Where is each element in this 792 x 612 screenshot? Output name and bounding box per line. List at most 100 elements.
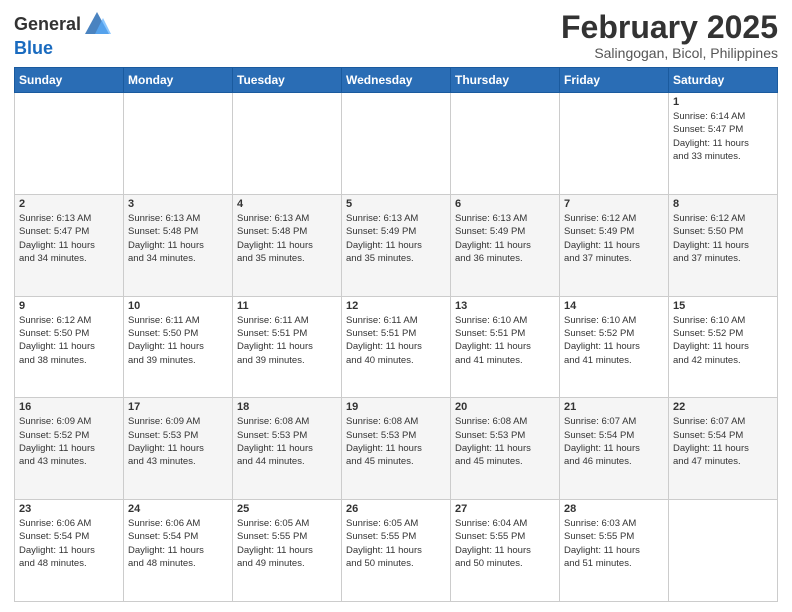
calendar-week-row: 1 Sunrise: 6:14 AM Sunset: 5:47 PM Daylig…	[15, 93, 778, 195]
day-number: 22	[673, 401, 773, 413]
day-number: 11	[237, 300, 337, 312]
header: General Blue February 2025 Salingogan, B…	[14, 10, 778, 61]
table-row: 1 Sunrise: 6:14 AM Sunset: 5:47 PM Daylig…	[669, 93, 778, 195]
table-row: 2 Sunrise: 6:13 AM Sunset: 5:47 PM Daylig…	[15, 194, 124, 296]
day-number: 18	[237, 401, 337, 413]
table-row	[669, 500, 778, 602]
logo: General Blue	[14, 10, 111, 59]
table-row	[124, 93, 233, 195]
table-row: 15Sunrise: 6:10 AM Sunset: 5:52 PM Dayli…	[669, 296, 778, 398]
day-number: 28	[564, 503, 664, 515]
cell-info: Sunrise: 6:09 AM Sunset: 5:52 PM Dayligh…	[19, 415, 119, 468]
day-number: 25	[237, 503, 337, 515]
day-number: 14	[564, 300, 664, 312]
day-number: 4	[237, 198, 337, 210]
table-row: 25 Sunrise: 6:05 AM Sunset: 5:55 PM Dayli…	[233, 500, 342, 602]
cell-info: Sunrise: 6:06 AM Sunset: 5:54 PM Dayligh…	[19, 517, 119, 570]
calendar-week-row: 2 Sunrise: 6:13 AM Sunset: 5:47 PM Daylig…	[15, 194, 778, 296]
cell-info: Sunrise: 6:08 AM Sunset: 5:53 PM Dayligh…	[455, 415, 555, 468]
logo-icon	[83, 10, 111, 38]
cell-info: Sunrise: 6:08 AM Sunset: 5:53 PM Dayligh…	[346, 415, 446, 468]
table-row: 6 Sunrise: 6:13 AM Sunset: 5:49 PM Daylig…	[451, 194, 560, 296]
day-number: 16	[19, 401, 119, 413]
cell-info: Sunrise: 6:07 AM Sunset: 5:54 PM Dayligh…	[673, 415, 773, 468]
table-row: 7 Sunrise: 6:12 AM Sunset: 5:49 PM Daylig…	[560, 194, 669, 296]
cell-info: Sunrise: 6:04 AM Sunset: 5:55 PM Dayligh…	[455, 517, 555, 570]
table-row: 13Sunrise: 6:10 AM Sunset: 5:51 PM Dayli…	[451, 296, 560, 398]
day-number: 24	[128, 503, 228, 515]
table-row: 4 Sunrise: 6:13 AM Sunset: 5:48 PM Daylig…	[233, 194, 342, 296]
day-number: 23	[19, 503, 119, 515]
cell-info: Sunrise: 6:14 AM Sunset: 5:47 PM Dayligh…	[673, 110, 773, 163]
table-row: 26Sunrise: 6:05 AM Sunset: 5:55 PM Dayli…	[342, 500, 451, 602]
table-row	[15, 93, 124, 195]
table-row: 8 Sunrise: 6:12 AM Sunset: 5:50 PM Daylig…	[669, 194, 778, 296]
cell-info: Sunrise: 6:07 AM Sunset: 5:54 PM Dayligh…	[564, 415, 664, 468]
table-row: 3 Sunrise: 6:13 AM Sunset: 5:48 PM Daylig…	[124, 194, 233, 296]
header-friday: Friday	[560, 68, 669, 93]
day-number: 1	[673, 96, 773, 108]
day-number: 15	[673, 300, 773, 312]
day-number: 7	[564, 198, 664, 210]
day-number: 13	[455, 300, 555, 312]
table-row: 17 Sunrise: 6:09 AM Sunset: 5:53 PM Dayli…	[124, 398, 233, 500]
cell-info: Sunrise: 6:11 AM Sunset: 5:51 PM Dayligh…	[237, 314, 337, 367]
cell-info: Sunrise: 6:13 AM Sunset: 5:49 PM Dayligh…	[346, 212, 446, 265]
cell-info: Sunrise: 6:05 AM Sunset: 5:55 PM Dayligh…	[237, 517, 337, 570]
table-row: 9Sunrise: 6:12 AM Sunset: 5:50 PM Daylig…	[15, 296, 124, 398]
day-number: 3	[128, 198, 228, 210]
table-row	[451, 93, 560, 195]
header-tuesday: Tuesday	[233, 68, 342, 93]
cell-info: Sunrise: 6:03 AM Sunset: 5:55 PM Dayligh…	[564, 517, 664, 570]
day-number: 26	[346, 503, 446, 515]
day-number: 5	[346, 198, 446, 210]
cell-info: Sunrise: 6:13 AM Sunset: 5:47 PM Dayligh…	[19, 212, 119, 265]
day-number: 12	[346, 300, 446, 312]
table-row: 11 Sunrise: 6:11 AM Sunset: 5:51 PM Dayli…	[233, 296, 342, 398]
table-row: 5 Sunrise: 6:13 AM Sunset: 5:49 PM Daylig…	[342, 194, 451, 296]
logo-general-text: General	[14, 14, 81, 35]
table-row	[560, 93, 669, 195]
table-row: 21 Sunrise: 6:07 AM Sunset: 5:54 PM Dayli…	[560, 398, 669, 500]
cell-info: Sunrise: 6:06 AM Sunset: 5:54 PM Dayligh…	[128, 517, 228, 570]
calendar-week-row: 23 Sunrise: 6:06 AM Sunset: 5:54 PM Dayli…	[15, 500, 778, 602]
logo-blue-text: Blue	[14, 38, 53, 59]
day-number: 6	[455, 198, 555, 210]
cell-info: Sunrise: 6:08 AM Sunset: 5:53 PM Dayligh…	[237, 415, 337, 468]
month-title: February 2025	[561, 10, 778, 45]
cell-info: Sunrise: 6:13 AM Sunset: 5:48 PM Dayligh…	[237, 212, 337, 265]
day-number: 21	[564, 401, 664, 413]
calendar-week-row: 9Sunrise: 6:12 AM Sunset: 5:50 PM Daylig…	[15, 296, 778, 398]
title-block: February 2025 Salingogan, Bicol, Philipp…	[561, 10, 778, 61]
cell-info: Sunrise: 6:13 AM Sunset: 5:49 PM Dayligh…	[455, 212, 555, 265]
table-row: 28 Sunrise: 6:03 AM Sunset: 5:55 PM Dayli…	[560, 500, 669, 602]
header-monday: Monday	[124, 68, 233, 93]
cell-info: Sunrise: 6:12 AM Sunset: 5:49 PM Dayligh…	[564, 212, 664, 265]
page: General Blue February 2025 Salingogan, B…	[0, 0, 792, 612]
day-number: 27	[455, 503, 555, 515]
table-row: 24 Sunrise: 6:06 AM Sunset: 5:54 PM Dayli…	[124, 500, 233, 602]
table-row: 27 Sunrise: 6:04 AM Sunset: 5:55 PM Dayli…	[451, 500, 560, 602]
cell-info: Sunrise: 6:09 AM Sunset: 5:53 PM Dayligh…	[128, 415, 228, 468]
cell-info: Sunrise: 6:13 AM Sunset: 5:48 PM Dayligh…	[128, 212, 228, 265]
table-row: 12 Sunrise: 6:11 AM Sunset: 5:51 PM Dayli…	[342, 296, 451, 398]
table-row: 10Sunrise: 6:11 AM Sunset: 5:50 PM Dayli…	[124, 296, 233, 398]
table-row	[233, 93, 342, 195]
day-number: 8	[673, 198, 773, 210]
table-row: 16 Sunrise: 6:09 AM Sunset: 5:52 PM Dayli…	[15, 398, 124, 500]
cell-info: Sunrise: 6:11 AM Sunset: 5:51 PM Dayligh…	[346, 314, 446, 367]
table-row: 23 Sunrise: 6:06 AM Sunset: 5:54 PM Dayli…	[15, 500, 124, 602]
cell-info: Sunrise: 6:12 AM Sunset: 5:50 PM Dayligh…	[673, 212, 773, 265]
calendar-header-row: Sunday Monday Tuesday Wednesday Thursday…	[15, 68, 778, 93]
day-number: 17	[128, 401, 228, 413]
day-number: 19	[346, 401, 446, 413]
table-row: 18 Sunrise: 6:08 AM Sunset: 5:53 PM Dayli…	[233, 398, 342, 500]
location: Salingogan, Bicol, Philippines	[561, 45, 778, 61]
table-row: 14 Sunrise: 6:10 AM Sunset: 5:52 PM Dayli…	[560, 296, 669, 398]
table-row	[342, 93, 451, 195]
day-number: 2	[19, 198, 119, 210]
cell-info: Sunrise: 6:10 AM Sunset: 5:52 PM Dayligh…	[564, 314, 664, 367]
table-row: 20Sunrise: 6:08 AM Sunset: 5:53 PM Dayli…	[451, 398, 560, 500]
calendar-table: Sunday Monday Tuesday Wednesday Thursday…	[14, 67, 778, 602]
header-sunday: Sunday	[15, 68, 124, 93]
